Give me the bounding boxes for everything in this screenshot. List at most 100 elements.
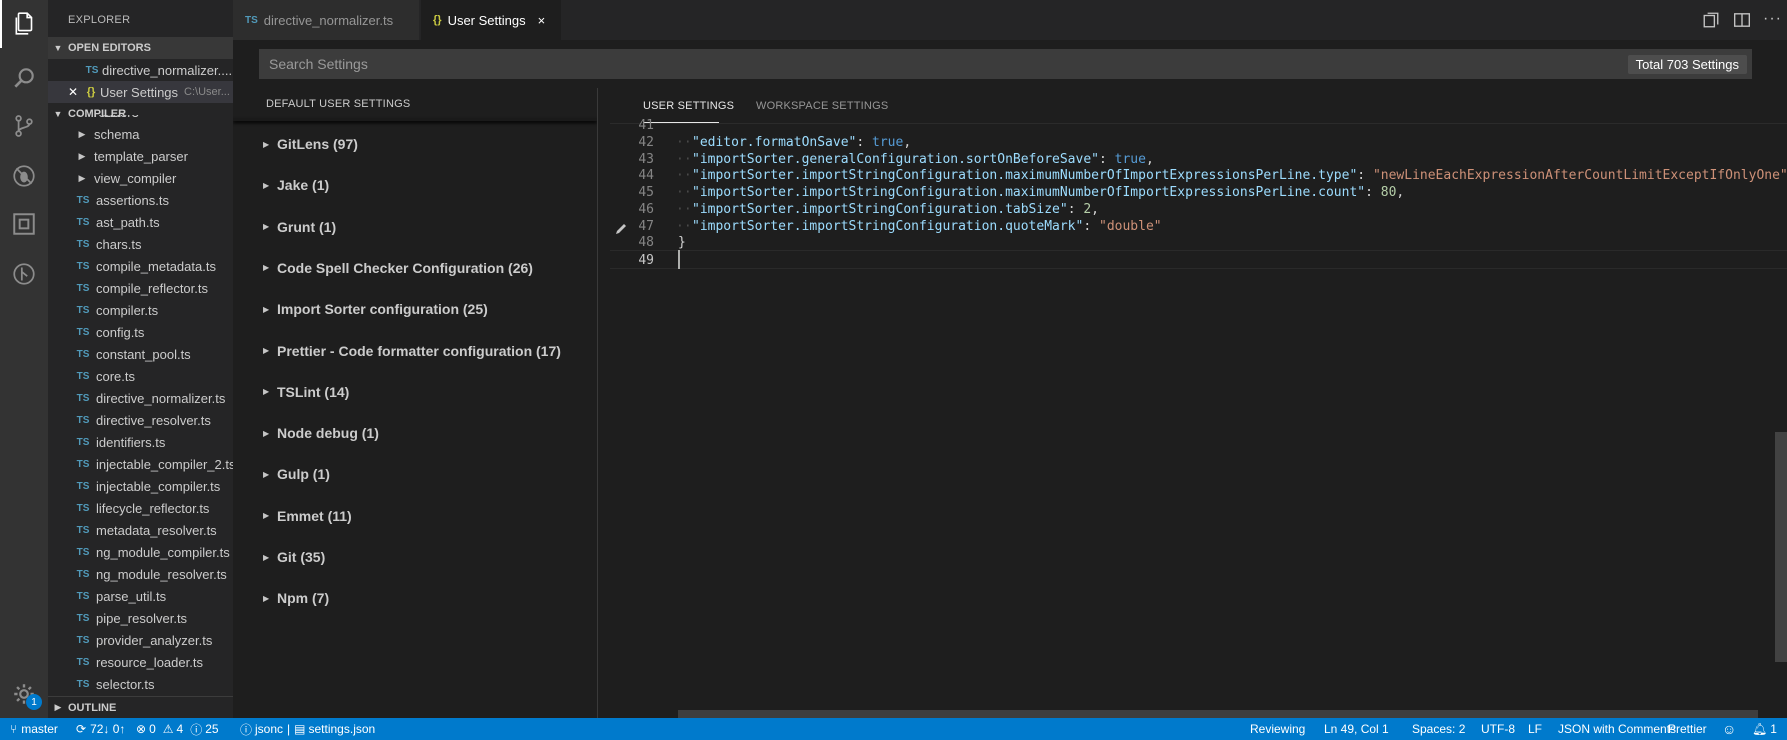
eol-status[interactable]: LF (1528, 718, 1542, 740)
tree-folder[interactable]: ▶ template_parser (48, 145, 233, 167)
open-editor-name: User Settings (100, 84, 179, 100)
settings-category[interactable]: ▶ Code Spell Checker Configuration (26) (263, 260, 533, 276)
search-icon[interactable] (0, 54, 48, 102)
settings-category[interactable]: ▶ Emmet (11) (263, 508, 352, 524)
info-count: 25 (205, 722, 219, 736)
settings-category[interactable]: ▶ Jake (1) (263, 177, 329, 193)
settings-gear-icon[interactable]: 1 (0, 670, 48, 718)
tab-close-icon[interactable]: × (538, 13, 546, 28)
tree-file[interactable]: TS metadata_resolver.ts (48, 519, 233, 541)
typescript-file-icon: TS (245, 14, 258, 26)
tree-folder[interactable]: ▶ schema (48, 123, 233, 145)
comma: , (1145, 151, 1154, 167)
settings-category[interactable]: ▶ Import Sorter configuration (25) (263, 301, 488, 317)
tab-user-settings-pane[interactable]: USER SETTINGS (643, 100, 734, 112)
tree-file[interactable]: TS injectable_compiler_2.ts (48, 453, 233, 475)
problems-status[interactable]: ⊗ 0 ⚠ 4 ⓘ 25 (136, 718, 219, 740)
tree-file[interactable]: TS compile_metadata.ts (48, 255, 233, 277)
tree-file[interactable]: TS constant_pool.ts (48, 343, 233, 365)
file-tree: ▶ render3 ▶ schema ▶ template_parser ▶ view_com… (48, 115, 233, 700)
settings-category[interactable]: ▶ GitLens (97) (263, 136, 358, 152)
settings-category[interactable]: ▶ Grunt (1) (263, 219, 336, 235)
typescript-file-icon: TS (76, 304, 90, 316)
category-label: Grunt (1) (277, 218, 337, 235)
cursor-position[interactable]: Ln 49, Col 1 (1324, 718, 1389, 740)
tree-item-label: core.ts (96, 368, 136, 384)
chevron-right-icon: ▶ (263, 139, 270, 149)
tree-file[interactable]: TS lifecycle_reflector.ts (48, 497, 233, 519)
settings-category[interactable]: ▶ Gulp (1) (263, 466, 330, 482)
tree-file[interactable]: TS assertions.ts (48, 189, 233, 211)
settings-category[interactable]: ▶ Node debug (1) (263, 425, 379, 441)
typescript-file-icon: TS (76, 590, 90, 602)
open-split-editor-icon[interactable] (1702, 11, 1720, 29)
separator: | (287, 722, 291, 736)
tree-file[interactable]: TS directive_normalizer.ts (48, 387, 233, 409)
vertical-scrollbar[interactable] (1775, 432, 1787, 662)
tree-file[interactable]: TS provider_analyzer.ts (48, 629, 233, 651)
language-file-status[interactable]: ⓘ jsonc | ▤ settings.json (240, 718, 375, 740)
notifications-status[interactable]: 🔔︎ 1 (1752, 718, 1777, 740)
debug-icon[interactable] (0, 152, 48, 200)
category-label: GitLens (97) (277, 136, 358, 152)
tree-file[interactable]: TS core.ts (48, 365, 233, 387)
chevron-right-icon: ▶ (263, 180, 270, 190)
tree-file[interactable]: TS ng_module_compiler.ts (48, 541, 233, 563)
typescript-file-icon: TS (76, 238, 90, 250)
tree-file[interactable]: TS injectable_compiler.ts (48, 475, 233, 497)
tree-file[interactable]: TS identifiers.ts (48, 431, 233, 453)
tree-file[interactable]: TS compile_reflector.ts (48, 277, 233, 299)
settings-category[interactable]: ▶ Prettier - Code formatter configuration… (263, 343, 561, 359)
tree-folder[interactable]: ▶ render3 (48, 115, 233, 123)
split-editor-icon[interactable] (1733, 11, 1751, 29)
close-icon[interactable]: ✕ (64, 85, 82, 99)
formatter-status[interactable]: Prettier (1668, 718, 1707, 740)
tree-file[interactable]: TS chars.ts (48, 233, 233, 255)
tree-item-label: chars.ts (96, 236, 142, 252)
more-actions-icon[interactable]: ··· (1763, 10, 1782, 28)
tree-item-label: ng_module_compiler.ts (96, 544, 230, 560)
tree-file[interactable]: TS parse_util.ts (48, 585, 233, 607)
horizontal-scrollbar[interactable] (678, 710, 1758, 718)
tab-user-settings[interactable]: {} User Settings × (421, 0, 561, 40)
info-icon: ⓘ (240, 722, 253, 737)
tree-file[interactable]: TS directive_resolver.ts (48, 409, 233, 431)
colon: : (856, 134, 873, 150)
sync-counts: 72↓ 0↑ (90, 722, 126, 736)
extensions-icon[interactable] (0, 200, 48, 248)
tree-file[interactable]: TS pipe_resolver.ts (48, 607, 233, 629)
indentation-status[interactable]: Spaces: 2 (1412, 718, 1465, 740)
tree-file[interactable]: TS resource_loader.ts (48, 651, 233, 673)
tree-folder[interactable]: ▶ view_compiler (48, 167, 233, 189)
tab-directive-normalizer[interactable]: TS directive_normalizer.ts (233, 0, 419, 40)
error-icon: ⊗ (136, 722, 147, 736)
feedback-smiley-icon[interactable]: ☺ (1722, 718, 1736, 740)
settings-category[interactable]: ▶ TSLint (14) (263, 384, 349, 400)
user-settings-pane: USER SETTINGS WORKSPACE SETTINGS 41 42 ·· "… (610, 88, 1787, 718)
tree-file[interactable]: TS selector.ts (48, 673, 233, 695)
open-editors-section[interactable]: ▼ OPEN EDITORS (48, 37, 233, 59)
tab-workspace-settings[interactable]: WORKSPACE SETTINGS (756, 100, 888, 112)
reviewing-status[interactable]: Reviewing (1250, 718, 1305, 740)
open-editor-item-active[interactable]: ✕ {} User Settings C:\User... (48, 81, 233, 103)
tree-file[interactable]: TS compiler.ts (48, 299, 233, 321)
edit-pencil-icon[interactable] (614, 222, 628, 236)
encoding-status[interactable]: UTF-8 (1481, 718, 1515, 740)
sync-status[interactable]: ⟳ 72↓ 0↑ (76, 718, 125, 740)
settings-category[interactable]: ▶ Npm (7) (263, 590, 329, 606)
search-settings-input[interactable] (259, 49, 1752, 79)
outline-section[interactable]: ▶ OUTLINE (48, 696, 233, 718)
branch-status[interactable]: ⑂ master (10, 718, 58, 740)
language-mode[interactable]: JSON with Comments (1558, 718, 1676, 740)
files-icon[interactable] (0, 0, 48, 48)
tree-file[interactable]: TS ng_module_resolver.ts (48, 563, 233, 585)
source-control-icon[interactable] (0, 102, 48, 150)
typescript-file-icon: TS (76, 436, 90, 448)
open-editor-item[interactable]: TS directive_normalizer.... (48, 59, 233, 81)
tree-file[interactable]: TS config.ts (48, 321, 233, 343)
git-history-icon[interactable] (0, 250, 48, 298)
pane-divider[interactable] (597, 88, 610, 718)
settings-category[interactable]: ▶ Git (35) (263, 549, 325, 565)
tree-file[interactable]: TS ast_path.ts (48, 211, 233, 233)
settings-json-editor[interactable]: 41 42 ·· "editor.formatOnSave": true, 43 ·· "i… (610, 118, 1787, 718)
